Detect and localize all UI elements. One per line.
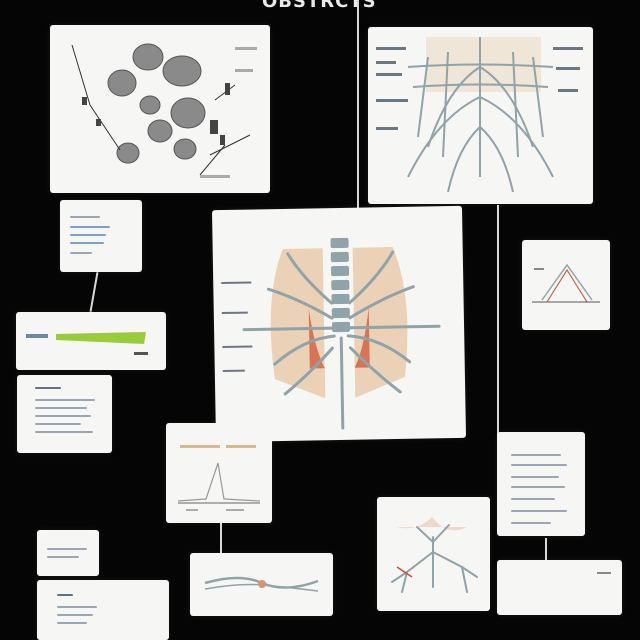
text-line <box>70 242 104 244</box>
label-card[interactable] <box>37 530 99 576</box>
vessel-segment-card[interactable] <box>190 553 333 616</box>
vessel-branch-card[interactable] <box>377 497 490 611</box>
text-line <box>57 606 97 608</box>
peak-chart-icon <box>532 263 600 303</box>
text-line <box>35 415 91 417</box>
text-line <box>511 486 565 488</box>
vessel-segment-icon <box>204 576 319 592</box>
central-thorax-panel[interactable] <box>211 205 467 443</box>
text-line <box>70 216 100 218</box>
text-line <box>511 498 555 500</box>
text-line <box>35 431 93 433</box>
footer-card[interactable] <box>497 560 622 615</box>
measurement-bar-icon <box>26 332 148 355</box>
text-line <box>35 399 95 401</box>
bronchial-tree-icon <box>376 37 583 193</box>
text-line <box>511 454 561 456</box>
text-line <box>35 423 81 425</box>
text-line <box>70 234 106 236</box>
spine-icon <box>330 237 351 333</box>
nodules-panel[interactable] <box>50 25 270 193</box>
text-line <box>47 556 79 558</box>
text-line <box>57 622 87 624</box>
summary-card[interactable] <box>37 580 169 640</box>
connector-line <box>497 205 499 435</box>
info-card[interactable] <box>60 200 142 272</box>
text-line <box>511 522 551 524</box>
text-line <box>70 226 110 228</box>
text-line <box>511 510 567 512</box>
text-line <box>511 476 559 478</box>
connector-line <box>545 538 547 562</box>
text-line <box>35 407 87 409</box>
footer-mark <box>597 572 611 574</box>
peak-chart-card[interactable] <box>522 240 610 330</box>
measurement-bar-card[interactable] <box>16 312 166 370</box>
connector-line <box>220 522 222 554</box>
notes-card[interactable] <box>17 375 112 453</box>
vessel-branch-icon <box>391 517 478 593</box>
report-card[interactable] <box>497 432 585 536</box>
text-line <box>57 594 73 596</box>
thorax-vessels-panel[interactable] <box>368 27 593 204</box>
text-line <box>47 548 87 550</box>
page-title: OBSTRCTS <box>262 0 377 12</box>
text-line <box>57 614 93 616</box>
waveform-icon <box>177 445 261 511</box>
text-line <box>70 252 92 254</box>
connector-line <box>89 272 99 312</box>
text-line <box>35 387 61 389</box>
text-line <box>511 464 567 466</box>
thorax-illustration <box>221 237 441 430</box>
nodule-cluster-icon <box>71 43 257 178</box>
waveform-card[interactable] <box>166 423 272 523</box>
